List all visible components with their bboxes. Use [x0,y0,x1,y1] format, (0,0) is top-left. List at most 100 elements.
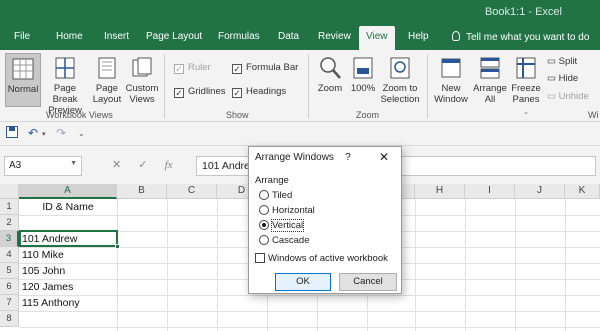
row-header-5[interactable]: 5 [0,263,19,279]
tab-data[interactable]: Data [278,31,299,42]
redo-icon[interactable]: ↷ [56,126,66,140]
tab-home[interactable]: Home [56,31,83,42]
zoom-to-selection-button[interactable]: Zoom to Selection [378,56,422,105]
active-workbook-checkbox[interactable]: Windows of active workbook [255,253,388,264]
split-button[interactable]: ▭ Split [547,56,577,67]
normal-view-button[interactable]: Normal [5,53,41,107]
formula-bar-checkbox[interactable]: ✓ Formula Bar [232,62,298,74]
gridline [19,295,600,296]
gridlines-checkbox[interactable]: ✓ Gridlines [174,86,226,98]
radio-circle-icon [259,235,269,245]
select-all-corner[interactable] [0,184,19,199]
freeze-panes-button[interactable]: Freeze Panes ⌄ [510,56,542,118]
magnifier-icon [320,57,341,79]
row-header-2[interactable]: 2 [0,215,19,231]
undo-dropdown-icon[interactable]: ▾ [42,130,46,138]
column-header-a[interactable]: A [19,184,117,199]
row-header-4[interactable]: 4 [0,247,19,263]
arrange-all-label-2: All [484,94,496,105]
help-icon[interactable]: ? [345,151,351,163]
tab-formulas[interactable]: Formulas [218,31,260,42]
title-bar: Book1:1 - Excel [0,0,600,26]
radio-vertical[interactable]: Vertical [259,219,305,232]
zoom-button[interactable]: Zoom [314,56,346,94]
formula-bar-label: Formula Bar [246,62,299,73]
radio-horizontal-label: Horizontal [272,205,315,216]
row-header-1[interactable]: 1 [0,199,19,215]
cell-a5[interactable]: 105 John [22,265,65,277]
cell-a4[interactable]: 110 Mike [22,249,64,261]
zoom-selection-icon [390,57,410,79]
tab-page-layout[interactable]: Page Layout [146,31,202,42]
radio-vertical-label: Vertical [270,219,305,232]
freeze-panes-label-2: Panes [512,94,540,105]
save-icon[interactable] [6,126,18,141]
gridline [19,311,600,312]
arrange-windows-dialog: Arrange Windows ? ✕ Arrange Tiled Horizo… [248,146,402,294]
freeze-dropdown-icon: ⌄ [523,109,529,116]
custom-views-icon [132,57,152,77]
page-layout-button[interactable]: Page Layout [90,56,124,105]
headings-check-icon: ✓ [232,88,242,98]
arrange-all-button[interactable]: Arrange All [472,56,508,105]
cancel-x-icon[interactable]: ✕ [112,159,121,171]
enter-check-icon[interactable]: ✓ [138,159,147,171]
column-header-j[interactable]: J [515,184,565,199]
gridline [415,199,416,331]
name-box[interactable]: A3 ▼ [4,156,82,176]
radio-horizontal[interactable]: Horizontal [259,205,315,216]
freeze-panes-label-1: Freeze [511,83,541,94]
row-header-7[interactable]: 7 [0,295,19,311]
tell-me-search[interactable]: Tell me what you want to do [452,31,589,43]
radio-cascade[interactable]: Cascade [259,235,310,246]
customize-qat-icon[interactable]: ⌄ [78,129,85,138]
group-separator [164,54,165,118]
quick-access-toolbar: ↶ ▾ ↷ ⌄ [0,122,600,146]
tab-insert[interactable]: Insert [104,31,129,42]
hide-label: Hide [558,73,579,84]
column-header-h[interactable]: H [415,184,465,199]
ruler-label: Ruler [188,62,211,73]
split-label: Split [558,56,578,67]
column-header-c[interactable]: C [167,184,217,199]
tab-view[interactable]: View [359,26,395,50]
page-break-preview-button[interactable]: Page Break Preview [43,56,87,116]
group-label-show: Show [226,110,249,120]
cell-a6[interactable]: 120 James [22,281,73,293]
row-header-8[interactable]: 8 [0,311,19,327]
tab-file[interactable]: File [14,31,30,42]
new-window-button[interactable]: New Window [432,56,470,105]
column-header-b[interactable]: B [117,184,167,199]
tab-help[interactable]: Help [408,31,429,42]
cell-a1[interactable]: ID & Name [19,201,117,213]
close-icon[interactable]: ✕ [379,150,389,164]
cell-a7[interactable]: 115 Anthony [22,297,80,309]
name-box-dropdown-icon[interactable]: ▼ [70,160,77,167]
checkbox-icon [255,253,265,263]
headings-label: Headings [246,86,287,97]
gridline [465,199,466,331]
page-layout-label-1: Page [95,83,119,94]
cancel-button[interactable]: Cancel [339,273,397,291]
row-header-3[interactable]: 3 [0,231,19,247]
row-header-6[interactable]: 6 [0,279,19,295]
zoom-100-button[interactable]: 100% [348,56,378,94]
gridline [117,199,118,331]
ruler-checkbox[interactable]: ✓ Ruler [174,62,211,74]
tab-review[interactable]: Review [318,31,351,42]
radio-circle-icon [259,190,269,200]
column-header-k[interactable]: K [565,184,600,199]
undo-icon[interactable]: ↶ [28,126,38,140]
insert-function-icon[interactable]: fx [165,159,173,171]
headings-checkbox[interactable]: ✓ Headings [232,86,286,98]
page-break-icon [55,57,75,79]
custom-views-button[interactable]: Custom Views [124,56,160,105]
ok-button[interactable]: OK [275,273,331,291]
arrange-all-label-1: Arrange [473,83,507,94]
fill-handle[interactable] [115,244,120,249]
radio-tiled[interactable]: Tiled [259,190,292,201]
unhide-button[interactable]: ▭ Unhide [547,91,589,102]
column-header-i[interactable]: I [465,184,515,199]
group-label-workbook-views: Workbook Views [46,110,113,120]
hide-button[interactable]: ▭ Hide [547,73,578,84]
